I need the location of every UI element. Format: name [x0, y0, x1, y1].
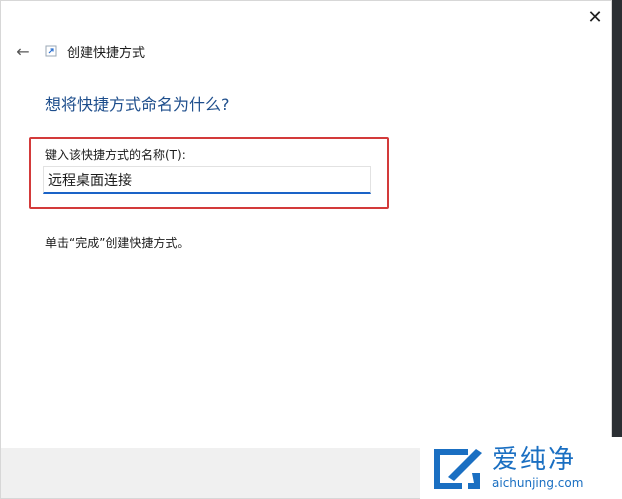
watermark: 爱纯净 aichunjing.com [420, 437, 622, 499]
wizard-title: 创建快捷方式 [67, 45, 146, 61]
back-arrow-icon: ← [16, 41, 30, 61]
create-shortcut-dialog: ✕ ← 创建快捷方式 想将快捷方式命名为什么? 键入该快捷方式的名称(T): 单… [0, 0, 612, 499]
page-heading: 想将快捷方式命名为什么? [45, 95, 230, 114]
shortcut-icon [45, 45, 57, 57]
close-button[interactable]: ✕ [583, 7, 607, 29]
finish-hint: 单击“完成”创建快捷方式。 [45, 236, 190, 250]
watermark-text: 爱纯净 aichunjing.com [492, 445, 583, 491]
watermark-url: aichunjing.com [492, 476, 584, 490]
wizard-nav: ← 创建快捷方式 [13, 39, 145, 63]
shortcut-name-label: 键入该快捷方式的名称(T): [45, 148, 186, 162]
desktop-background [612, 0, 622, 499]
watermark-logo [434, 449, 482, 489]
title-bar: ✕ [1, 1, 611, 35]
close-icon: ✕ [587, 7, 603, 28]
back-button[interactable]: ← [13, 41, 33, 61]
shortcut-name-input[interactable] [43, 166, 371, 194]
watermark-brand: 爱纯净 [492, 445, 577, 475]
